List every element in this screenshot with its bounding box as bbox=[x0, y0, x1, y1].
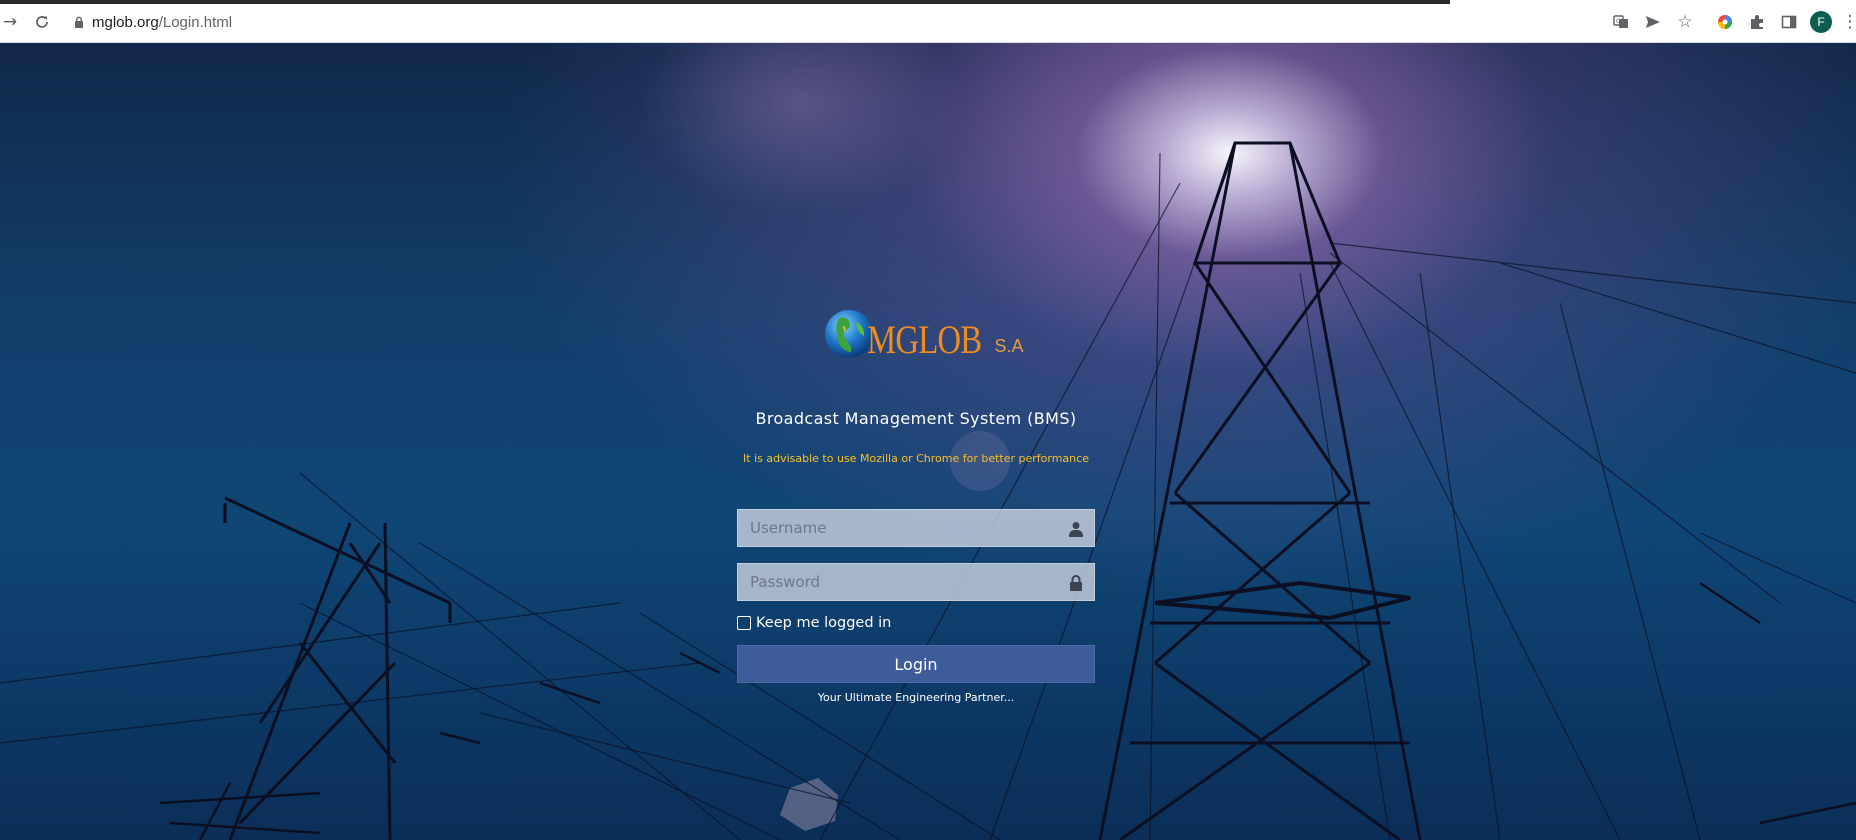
send-icon[interactable] bbox=[1641, 10, 1665, 34]
logo-suffix: S.A bbox=[994, 336, 1024, 356]
tagline: Your Ultimate Engineering Partner... bbox=[817, 691, 1015, 704]
star-icon[interactable]: ☆ bbox=[1673, 10, 1697, 34]
keep-logged-in-checkbox[interactable] bbox=[737, 616, 751, 630]
color-wheel-icon[interactable] bbox=[1713, 10, 1737, 34]
forward-icon[interactable]: → bbox=[0, 10, 22, 34]
lock-icon bbox=[75, 16, 83, 28]
svg-text:G: G bbox=[1616, 18, 1621, 25]
extensions-icon[interactable] bbox=[1745, 10, 1769, 34]
browser-toolbar: → mglob.org/Login.html G ☆ F ⋮ bbox=[0, 0, 1856, 43]
username-input[interactable] bbox=[738, 510, 1094, 546]
mglob-logo: MGLOB S.A bbox=[823, 306, 1023, 360]
username-field-wrapper bbox=[737, 509, 1095, 547]
password-field-wrapper bbox=[737, 563, 1095, 601]
lock-icon bbox=[1070, 575, 1082, 591]
tab-strip-edge bbox=[0, 0, 1450, 4]
url-domain: mglob.org bbox=[92, 13, 159, 31]
side-panel-icon[interactable] bbox=[1777, 10, 1801, 34]
user-icon bbox=[1069, 522, 1083, 537]
browser-notice: It is advisable to use Mozilla or Chrome… bbox=[743, 452, 1089, 465]
background-towers-photo bbox=[0, 141, 1856, 840]
translate-icon[interactable]: G bbox=[1609, 10, 1633, 34]
keep-logged-in-label: Keep me logged in bbox=[756, 615, 892, 631]
profile-avatar[interactable]: F bbox=[1810, 11, 1832, 33]
page-title: Broadcast Management System (BMS) bbox=[755, 409, 1077, 428]
menu-icon[interactable]: ⋮ bbox=[1838, 10, 1856, 34]
url-path: /Login.html bbox=[158, 13, 233, 31]
login-page: MGLOB S.A Broadcast Management System (B… bbox=[0, 43, 1856, 840]
password-input[interactable] bbox=[738, 564, 1094, 600]
reload-icon[interactable] bbox=[30, 10, 54, 34]
logo-text: MGLOB bbox=[867, 317, 982, 362]
keep-logged-in[interactable]: Keep me logged in bbox=[737, 613, 891, 633]
login-button[interactable]: Login bbox=[737, 645, 1095, 683]
address-bar[interactable]: mglob.org/Login.html bbox=[74, 12, 232, 32]
